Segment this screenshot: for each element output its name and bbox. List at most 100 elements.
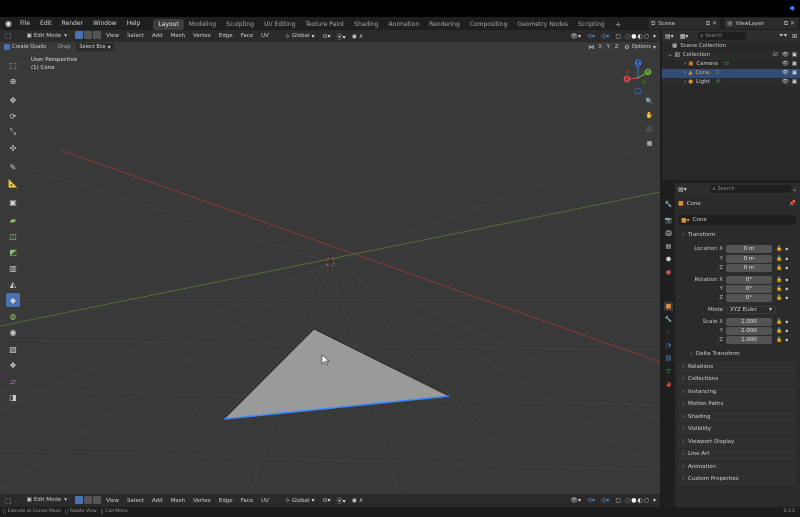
- cone-mesh[interactable]: [222, 328, 451, 420]
- outliner-row-scene-collection[interactable]: ▦ Scene Collection: [662, 42, 800, 51]
- overlay-icon[interactable]: ◎▾: [601, 497, 609, 504]
- render-tab-icon[interactable]: 📷: [664, 216, 673, 225]
- mirror-x-toggle[interactable]: X: [596, 44, 604, 50]
- menu-vertex[interactable]: Vertex: [189, 30, 215, 42]
- gizmo-icon[interactable]: ⟲▾: [587, 33, 595, 40]
- settings-icon[interactable]: ⚙: [624, 44, 629, 51]
- keyframe-icon[interactable]: ◆: [785, 328, 788, 333]
- menu-file[interactable]: File: [15, 17, 35, 30]
- scene-tab-icon[interactable]: ⬢: [664, 255, 673, 264]
- annotate-tool-icon[interactable]: ✎: [6, 160, 20, 174]
- wireframe-shading-icon[interactable]: ◌: [625, 497, 630, 504]
- rotation-y-field[interactable]: 0°: [726, 284, 772, 293]
- solid-shading-icon[interactable]: ●: [631, 33, 636, 40]
- chevron-right-icon[interactable]: ›: [684, 69, 686, 78]
- footer-menu-view[interactable]: View: [102, 495, 123, 507]
- edge-slide-tool-icon[interactable]: ▧: [6, 342, 20, 356]
- lock-icon[interactable]: 🔓: [776, 337, 782, 343]
- location-z-field[interactable]: 0 m: [726, 263, 772, 272]
- cursor-tool-icon[interactable]: ⊕: [6, 74, 20, 88]
- face-select-button[interactable]: [92, 31, 101, 39]
- workspace-tab-texture-paint[interactable]: Texture Paint: [300, 19, 349, 30]
- 3d-cursor[interactable]: [322, 254, 338, 270]
- rotation-mode-dropdown[interactable]: XYZ Euler ▾: [726, 305, 776, 314]
- constraints-tab-icon[interactable]: ⛓: [664, 354, 673, 363]
- eye-icon[interactable]: 👁: [782, 60, 789, 69]
- lock-icon[interactable]: 🔓: [776, 319, 782, 325]
- keyframe-icon[interactable]: ◆: [785, 319, 788, 324]
- chevron-right-icon[interactable]: ›: [684, 60, 686, 69]
- rip-tool-icon[interactable]: ◨: [6, 390, 20, 404]
- location-x-field[interactable]: 0 m: [726, 244, 772, 253]
- solid-shading-icon[interactable]: ●: [631, 497, 636, 504]
- bevel-tool-icon[interactable]: ◩: [6, 245, 20, 259]
- lock-icon[interactable]: 🔓: [776, 246, 782, 252]
- xray-icon[interactable]: ▢: [615, 497, 621, 504]
- footer-menu-vertex[interactable]: Vertex: [189, 495, 215, 507]
- keyframe-icon[interactable]: ◆: [785, 286, 788, 291]
- outliner-row-camera[interactable]: › ▣ Camera ▭ 👁 ▣: [662, 60, 800, 69]
- move-tool-icon[interactable]: ✥: [6, 93, 20, 107]
- extrude-tool-icon[interactable]: ▰: [6, 213, 20, 227]
- delta-transform-header[interactable]: Delta Transform: [686, 349, 796, 360]
- lock-icon[interactable]: 🔓: [776, 277, 782, 283]
- workspace-tab-uv-editing[interactable]: UV Editing: [259, 19, 300, 30]
- material-shading-icon[interactable]: ◐: [637, 497, 642, 504]
- shear-tool-icon[interactable]: ▱: [6, 374, 20, 388]
- footer-menu-face[interactable]: Face: [237, 495, 257, 507]
- spin-tool-icon[interactable]: ◍: [6, 309, 20, 323]
- menu-edit[interactable]: Edit: [35, 17, 57, 30]
- editor-type-icon[interactable]: ▤▾: [662, 33, 677, 40]
- new-scene-icon[interactable]: ⧉ ✕: [706, 20, 720, 28]
- scale-z-field[interactable]: 1.000: [726, 335, 772, 344]
- output-tab-icon[interactable]: 🖨: [664, 229, 673, 238]
- vertex-select-button[interactable]: [74, 495, 83, 504]
- footer-mode-dropdown[interactable]: ▣ Edit Mode ▾: [22, 496, 71, 505]
- panel-line-art[interactable]: Line Art: [678, 449, 796, 460]
- menu-select[interactable]: Select: [123, 30, 148, 42]
- workspace-tab-scripting[interactable]: Scripting: [573, 19, 610, 30]
- view-layer-tab-icon[interactable]: ▤: [664, 242, 673, 251]
- pan-hand-icon[interactable]: ✋: [644, 110, 655, 121]
- keyframe-icon[interactable]: ◆: [785, 277, 788, 282]
- panel-animation[interactable]: Animation: [678, 462, 796, 473]
- eye-icon[interactable]: 👁: [782, 69, 789, 78]
- editor-type-icon[interactable]: ⬚: [0, 32, 15, 40]
- visibility-icon[interactable]: 👁▾: [570, 33, 581, 40]
- lock-icon[interactable]: 🔓: [776, 328, 782, 334]
- workspace-tab-animation[interactable]: Animation: [384, 19, 425, 30]
- options-button[interactable]: Options: [632, 44, 651, 50]
- rotate-tool-icon[interactable]: ⟳: [6, 109, 20, 123]
- workspace-tab-rendering[interactable]: Rendering: [424, 19, 465, 30]
- navigation-gizmo[interactable]: Z Y X: [618, 58, 658, 98]
- snap-icon[interactable]: ⦿▾: [337, 32, 346, 41]
- proportional-edit-icon[interactable]: ◉ ∧: [352, 33, 364, 40]
- add-cube-tool-icon[interactable]: ▣: [6, 195, 20, 209]
- footer-menu-add[interactable]: Add: [148, 495, 167, 507]
- panel-custom-properties[interactable]: Custom Properties: [678, 474, 796, 485]
- location-y-field[interactable]: 0 m: [726, 254, 772, 263]
- 3d-viewport[interactable]: [0, 30, 660, 494]
- shrink-fatten-tool-icon[interactable]: ❖: [6, 358, 20, 372]
- filter-icon[interactable]: ⏷▾: [777, 32, 789, 40]
- rendered-shading-icon[interactable]: ○: [644, 497, 649, 504]
- footer-menu-mesh[interactable]: Mesh: [167, 495, 189, 507]
- panel-shading[interactable]: Shading: [678, 412, 796, 423]
- physics-tab-icon[interactable]: ◔: [664, 341, 673, 350]
- material-tab-icon[interactable]: ◕: [664, 380, 673, 389]
- chevron-right-icon[interactable]: ›: [684, 78, 686, 87]
- rendered-shading-icon[interactable]: ○: [644, 33, 649, 40]
- menu-view[interactable]: View: [102, 30, 123, 42]
- footer-menu-edge[interactable]: Edge: [215, 495, 237, 507]
- mode-dropdown[interactable]: ▣ Edit Mode ▾: [22, 31, 71, 41]
- modifier-tab-icon[interactable]: 🔧: [664, 315, 673, 324]
- vertex-select-button[interactable]: [74, 31, 83, 39]
- proportional-edit-icon[interactable]: ◉ ∧: [352, 497, 364, 504]
- shading-options-icon[interactable]: ▾: [653, 497, 656, 504]
- editor-type-icon[interactable]: ⬚: [0, 497, 15, 505]
- transform-panel-header[interactable]: Transform: [678, 230, 796, 241]
- menu-uv[interactable]: UV: [257, 30, 273, 42]
- panel-instancing[interactable]: Instancing: [678, 387, 796, 398]
- lock-icon[interactable]: 🔓: [776, 295, 782, 301]
- select-box-tool-icon[interactable]: ⬚: [6, 58, 20, 72]
